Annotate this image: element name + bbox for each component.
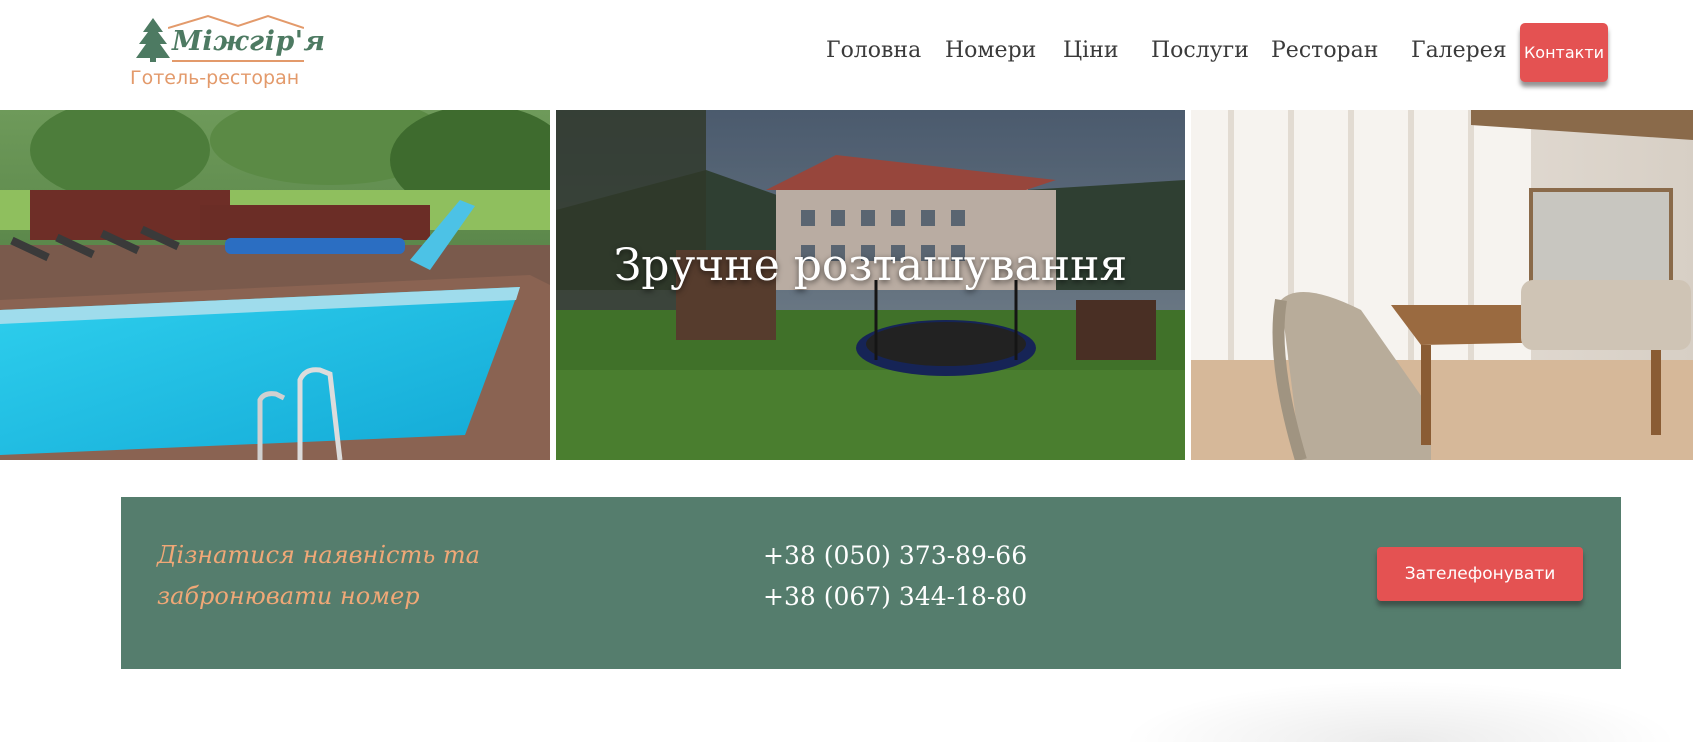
- contacts-button[interactable]: Контакти: [1520, 23, 1608, 82]
- site-header: Міжгір'я Готель-ресторан Головна Номери …: [0, 0, 1693, 110]
- hotel-building-photo: Зручне розташування: [556, 110, 1185, 460]
- hero-title: Зручне розташування: [613, 240, 1128, 291]
- logo-subtitle: Готель-ресторан: [130, 67, 300, 89]
- booking-text: Дізнатися наявність та забронювати номер: [157, 535, 517, 617]
- booking-text-line1: Дізнатися наявність та: [157, 541, 480, 569]
- nav-item-restaurant[interactable]: Ресторан: [1271, 38, 1378, 63]
- booking-band: Дізнатися наявність та забронювати номер…: [121, 497, 1621, 669]
- phone-number-1[interactable]: +38 (050) 373-89-66: [763, 535, 1027, 576]
- nav-item-home[interactable]: Головна: [826, 38, 921, 63]
- dining-room-photo: [1191, 110, 1693, 460]
- pool-photo: [0, 110, 550, 460]
- nav-item-services[interactable]: Послуги: [1151, 38, 1249, 63]
- nav-item-rooms[interactable]: Номери: [945, 38, 1036, 63]
- call-button[interactable]: Зателефонувати: [1377, 547, 1583, 601]
- logo-underline: [172, 60, 304, 62]
- booking-text-line2: забронювати номер: [157, 582, 420, 610]
- nav-item-prices[interactable]: Ціни: [1063, 38, 1119, 63]
- pine-tree-icon: [136, 18, 170, 62]
- nav-item-gallery[interactable]: Галерея: [1411, 38, 1507, 63]
- site-logo[interactable]: Міжгір'я Готель-ресторан: [128, 12, 325, 89]
- phone-number-2[interactable]: +38 (067) 344-18-80: [763, 576, 1027, 617]
- logo-brand: Міжгір'я: [172, 26, 326, 57]
- phone-list: +38 (050) 373-89-66 +38 (067) 344-18-80: [763, 535, 1027, 617]
- decorative-shadow: [1120, 680, 1680, 742]
